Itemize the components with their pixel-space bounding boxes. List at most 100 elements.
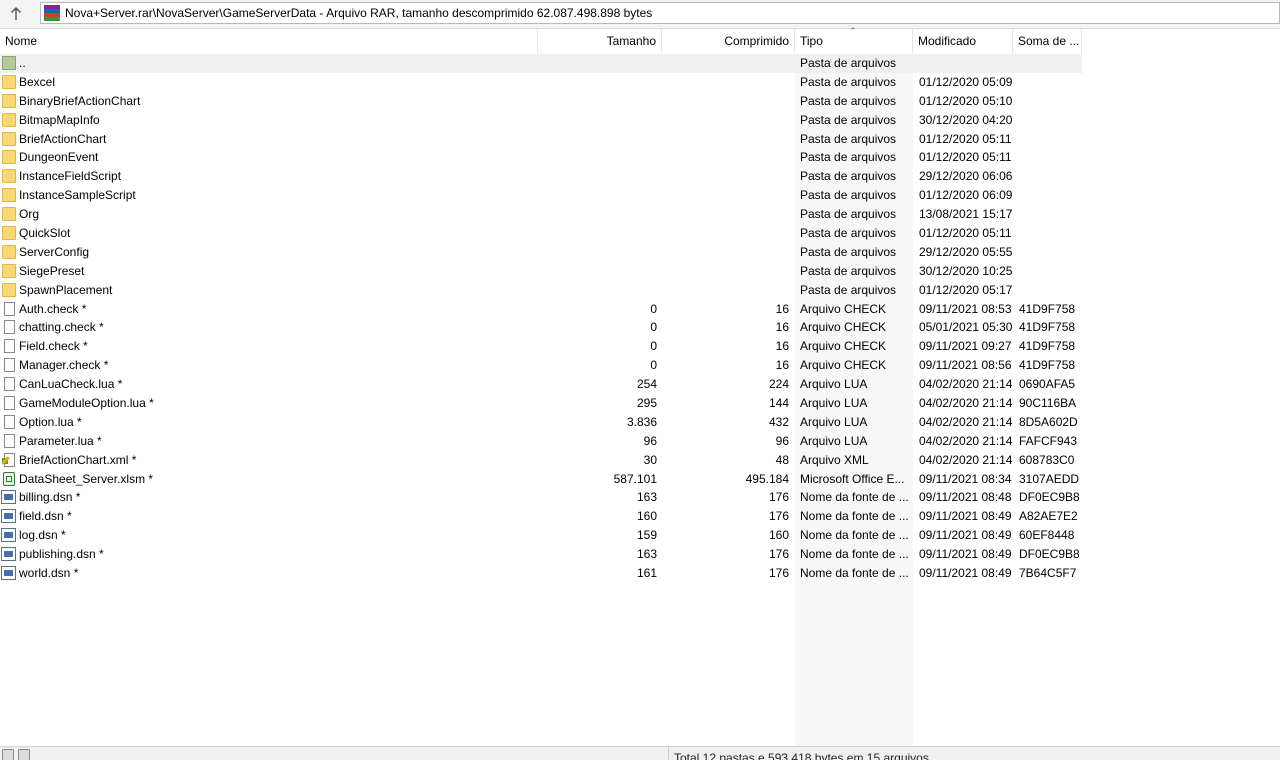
- file-type: Arquivo CHECK: [800, 301, 887, 316]
- up-one-level-button[interactable]: [3, 2, 29, 26]
- file-row[interactable]: billing.dsn * 163 176 Nome da fonte de ... 0…: [0, 488, 1082, 507]
- column-name[interactable]: Nome: [0, 29, 538, 53]
- file-type: Pasta de arquivos: [800, 226, 897, 241]
- file-type: Microsoft Office E...: [800, 471, 905, 486]
- column-modified[interactable]: Modificado: [913, 29, 1013, 53]
- file-row[interactable]: chatting.check * 0 16 Arquivo CHECK 05/01/20…: [0, 318, 1082, 337]
- file-row[interactable]: GameModuleOption.lua * 295 144 Arquivo LUA 0…: [0, 394, 1082, 413]
- parent-folder-row[interactable]: .. Pasta de arquivos: [0, 54, 1082, 73]
- file-row[interactable]: BriefActionChart.xml * 30 48 Arquivo XML 04/…: [0, 451, 1082, 470]
- file-checksum: 41D9F758: [1019, 320, 1076, 335]
- file-size: 3.836: [626, 414, 657, 429]
- file-modified: 09/11/2021 09:27: [919, 339, 1012, 354]
- file-row[interactable]: InstanceSampleScript Pasta de arquivos 01/…: [0, 186, 1082, 205]
- column-size[interactable]: Tamanho: [538, 29, 662, 53]
- file-compressed: 176: [768, 509, 789, 524]
- file-row[interactable]: field.dsn * 160 176 Nome da fonte de ... 09/…: [0, 507, 1082, 526]
- file-row[interactable]: BinaryBriefActionChart Pasta de arquivos 0…: [0, 92, 1082, 111]
- file-compressed: 432: [768, 414, 789, 429]
- column-compressed[interactable]: Comprimido: [662, 29, 795, 53]
- file-row[interactable]: BitmapMapInfo Pasta de arquivos 30/12/2020…: [0, 111, 1082, 130]
- file-type: Arquivo CHECK: [800, 339, 887, 354]
- status-separator: [668, 747, 669, 760]
- file-modified: 04/02/2020 21:14: [919, 377, 1013, 392]
- file-compressed: 224: [768, 377, 789, 392]
- file-row[interactable]: Option.lua * 3.836 432 Arquivo LUA 04/02/202…: [0, 413, 1082, 432]
- file-icon: [4, 396, 15, 411]
- file-name: Manager.check *: [19, 358, 109, 373]
- file-checksum: 41D9F758: [1019, 358, 1076, 373]
- file-row[interactable]: log.dsn * 159 160 Nome da fonte de ... 09/11…: [0, 526, 1082, 545]
- file-row[interactable]: BriefActionChart Pasta de arquivos 01/12/2…: [0, 130, 1082, 149]
- excel-file-icon: [3, 471, 15, 486]
- file-name: chatting.check *: [19, 320, 104, 335]
- file-name: GameModuleOption.lua *: [19, 396, 154, 411]
- file-size: 30: [643, 452, 657, 467]
- file-row[interactable]: DungeonEvent Pasta de arquivos 01/12/2020 …: [0, 148, 1082, 167]
- file-checksum: 41D9F758: [1019, 301, 1076, 316]
- file-name: QuickSlot: [19, 226, 71, 241]
- file-icon: [4, 414, 15, 429]
- file-row[interactable]: CanLuaCheck.lua * 254 224 Arquivo LUA 04/02/…: [0, 375, 1082, 394]
- file-type: Nome da fonte de ...: [800, 547, 909, 562]
- file-row[interactable]: SiegePreset Pasta de arquivos 30/12/2020 1…: [0, 262, 1082, 281]
- folder-icon: [2, 112, 16, 127]
- file-size: 161: [636, 566, 657, 581]
- folder-icon: [2, 93, 16, 108]
- file-modified: 30/12/2020 04:20: [919, 112, 1013, 127]
- file-size: 0: [650, 358, 657, 373]
- file-row[interactable]: InstanceFieldScript Pasta de arquivos 29/1…: [0, 167, 1082, 186]
- file-row[interactable]: Field.check * 0 16 Arquivo CHECK 09/11/2021 …: [0, 337, 1082, 356]
- drive-icon[interactable]: [2, 749, 14, 760]
- file-name: Parameter.lua *: [19, 433, 102, 448]
- folder-icon: [2, 188, 16, 203]
- file-compressed: 176: [768, 490, 789, 505]
- file-checksum: 60EF8448: [1019, 528, 1075, 543]
- file-row[interactable]: Parameter.lua * 96 96 Arquivo LUA 04/02/2020…: [0, 432, 1082, 451]
- column-checksum[interactable]: Soma de ...: [1013, 29, 1082, 53]
- file-compressed: 16: [775, 339, 789, 354]
- file-type: Pasta de arquivos: [800, 207, 897, 222]
- folder-icon: [2, 263, 16, 278]
- file-checksum: DF0EC9B8: [1019, 490, 1079, 505]
- file-type: Pasta de arquivos: [800, 131, 897, 146]
- up-folder-icon: [2, 56, 16, 70]
- file-type: Pasta de arquivos: [800, 282, 897, 297]
- folder-icon: [2, 74, 16, 89]
- file-row[interactable]: QuickSlot Pasta de arquivos 01/12/2020 05:…: [0, 224, 1082, 243]
- file-row[interactable]: ServerConfig Pasta de arquivos 29/12/2020 …: [0, 243, 1082, 262]
- address-path: Nova+Server.rar\NovaServer\GameServerDat…: [65, 6, 653, 20]
- file-row[interactable]: DataSheet_Server.xlsm * 587.101 495.184 Mic…: [0, 470, 1082, 489]
- file-name: Bexcel: [19, 74, 56, 89]
- file-checksum: A82AE7E2: [1019, 509, 1078, 524]
- xml-file-icon: [2, 452, 15, 467]
- file-name: ServerConfig: [19, 244, 90, 259]
- file-row[interactable]: world.dsn * 161 176 Nome da fonte de ... 09/…: [0, 564, 1082, 583]
- file-row[interactable]: Manager.check * 0 16 Arquivo CHECK 09/11/202…: [0, 356, 1082, 375]
- file-size: 159: [636, 528, 657, 543]
- address-field[interactable]: Nova+Server.rar\NovaServer\GameServerDat…: [40, 2, 1280, 24]
- file-modified: 04/02/2020 21:14: [919, 414, 1013, 429]
- file-row[interactable]: Org Pasta de arquivos 13/08/2021 15:17: [0, 205, 1082, 224]
- file-row[interactable]: Bexcel Pasta de arquivos 01/12/2020 05:09: [0, 73, 1082, 92]
- file-compressed: 48: [775, 452, 789, 467]
- file-icon: [4, 301, 15, 316]
- file-modified: 09/11/2021 08:53: [919, 301, 1012, 316]
- key-icon[interactable]: [18, 749, 30, 760]
- file-size: 96: [643, 433, 657, 448]
- file-row[interactable]: publishing.dsn * 163 176 Nome da fonte de .…: [0, 545, 1082, 564]
- column-header: Nome Tamanho Comprimido Tipo Modificado …: [0, 26, 1082, 53]
- file-row[interactable]: SpawnPlacement Pasta de arquivos 01/12/202…: [0, 281, 1082, 300]
- rar-archive-icon: [44, 5, 60, 21]
- dsn-file-icon: [1, 566, 16, 581]
- file-size: 295: [636, 396, 657, 411]
- file-row[interactable]: Auth.check * 0 16 Arquivo CHECK 09/11/2021 0…: [0, 300, 1082, 319]
- file-type: Nome da fonte de ...: [800, 490, 909, 505]
- file-type: Arquivo LUA: [800, 433, 868, 448]
- file-compressed: 495.184: [745, 471, 789, 486]
- file-type: Arquivo CHECK: [800, 358, 887, 373]
- file-modified: 01/12/2020 05:17: [919, 282, 1013, 297]
- file-modified: 09/11/2021 08:49: [919, 547, 1012, 562]
- file-name: BriefActionChart.xml *: [19, 452, 137, 467]
- file-type: Pasta de arquivos: [800, 169, 897, 184]
